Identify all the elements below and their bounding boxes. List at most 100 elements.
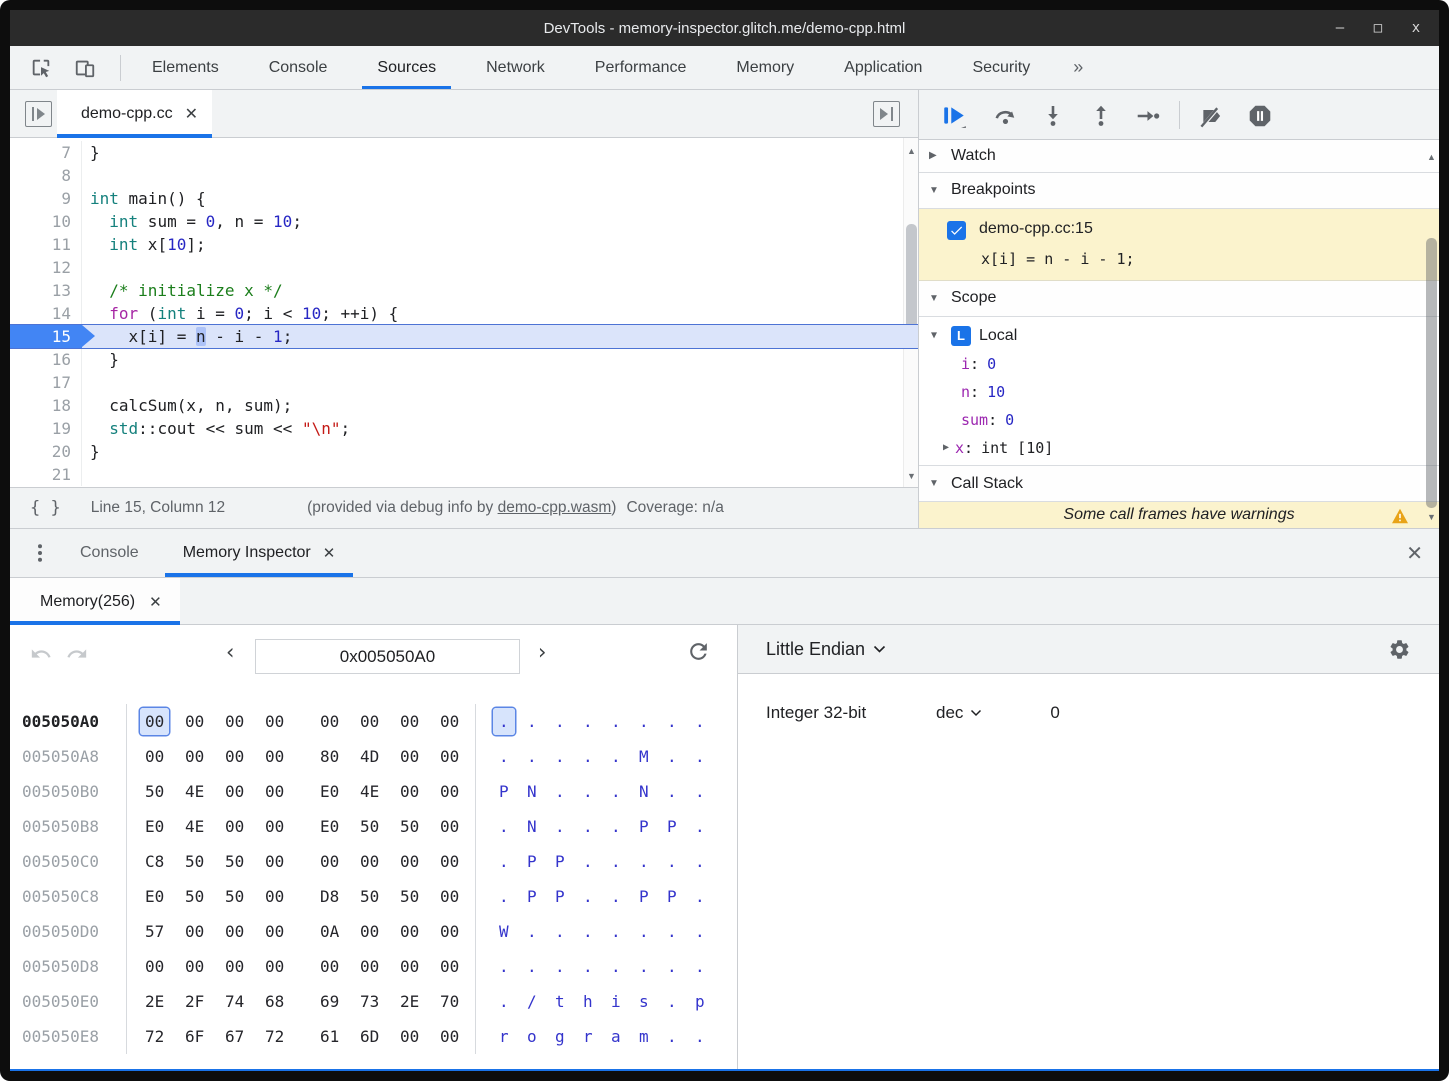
memory-byte[interactable]: 00	[220, 809, 260, 844]
memory-byte[interactable]: E0	[140, 879, 180, 914]
ascii-char[interactable]: .	[689, 949, 717, 984]
line-number-16[interactable]: 16	[10, 348, 82, 371]
memory-byte[interactable]: 00	[140, 704, 180, 739]
ascii-char[interactable]: .	[521, 739, 549, 774]
ascii-char[interactable]: .	[577, 774, 605, 809]
more-tabs-button[interactable]: »	[1055, 46, 1101, 89]
ascii-char[interactable]: .	[661, 774, 689, 809]
memory-byte[interactable]: 00	[355, 844, 395, 879]
tab-network[interactable]: Network	[461, 46, 570, 89]
previous-page-icon[interactable]: ‹	[226, 640, 234, 664]
memory-byte[interactable]: 00	[260, 739, 300, 774]
ascii-char[interactable]: P	[549, 844, 577, 879]
ascii-char[interactable]: s	[633, 984, 661, 1019]
breakpoints-collapse-icon[interactable]: ▼	[929, 185, 941, 196]
memory-byte[interactable]: 00	[260, 844, 300, 879]
ascii-char[interactable]: .	[493, 879, 521, 914]
file-tab-demo-cpp[interactable]: demo-cpp.cc ✕	[57, 90, 212, 138]
line-number-20[interactable]: 20	[10, 440, 82, 463]
ascii-char[interactable]: .	[605, 809, 633, 844]
memory-byte[interactable]: 0A	[315, 914, 355, 949]
watch-section-header[interactable]: ▶ Watch	[919, 140, 1439, 173]
ascii-char[interactable]: .	[521, 914, 549, 949]
scope-local-row[interactable]: ▼ L Local	[919, 322, 1439, 350]
tab-memory[interactable]: Memory	[711, 46, 819, 89]
call-stack-section-header[interactable]: ▼ Call Stack	[919, 466, 1439, 502]
scope-var-i[interactable]: i:0	[919, 350, 1439, 378]
refresh-icon[interactable]	[686, 639, 711, 664]
memory-byte[interactable]: 00	[260, 949, 300, 984]
memory-byte[interactable]: 50	[395, 809, 435, 844]
show-navigator-icon[interactable]	[25, 101, 52, 127]
memory-byte[interactable]: 00	[355, 949, 395, 984]
tab-elements[interactable]: Elements	[127, 46, 244, 89]
line-number-18[interactable]: 18	[10, 394, 82, 417]
memory-byte[interactable]: 00	[220, 704, 260, 739]
memory-byte[interactable]: 70	[435, 984, 475, 1019]
ascii-char[interactable]: .	[689, 774, 717, 809]
ascii-char[interactable]: P	[549, 879, 577, 914]
memory-byte[interactable]: 6D	[355, 1019, 395, 1054]
maximize-button[interactable]: □	[1369, 20, 1387, 36]
memory-byte[interactable]: 67	[220, 1019, 260, 1054]
value-settings-gear-icon[interactable]	[1388, 638, 1411, 661]
file-tab-close-icon[interactable]: ✕	[185, 104, 198, 124]
drawer-tab-memory-inspector[interactable]: Memory Inspector✕	[161, 529, 358, 577]
ascii-char[interactable]: .	[605, 704, 633, 739]
tab-console[interactable]: Console	[244, 46, 353, 89]
ascii-char[interactable]: .	[549, 809, 577, 844]
drawer-tab-console[interactable]: Console	[58, 529, 161, 577]
ascii-char[interactable]: .	[493, 809, 521, 844]
memory-byte[interactable]: 00	[435, 739, 475, 774]
memory-byte[interactable]: 50	[180, 844, 220, 879]
ascii-char[interactable]: .	[493, 984, 521, 1019]
memory-byte[interactable]: 00	[140, 949, 180, 984]
ascii-char[interactable]: .	[549, 949, 577, 984]
ascii-char[interactable]: /	[521, 984, 549, 1019]
breakpoint-checkbox[interactable]	[947, 221, 966, 240]
ascii-char[interactable]: .	[633, 914, 661, 949]
ascii-char[interactable]: .	[661, 739, 689, 774]
ascii-char[interactable]: .	[605, 914, 633, 949]
memory-byte[interactable]: 50	[395, 879, 435, 914]
memory-byte[interactable]: 00	[220, 949, 260, 984]
ascii-char[interactable]: P	[493, 774, 521, 809]
ascii-char[interactable]: a	[605, 1019, 633, 1054]
ascii-char[interactable]: .	[633, 704, 661, 739]
pause-on-exceptions-button[interactable]	[1247, 103, 1271, 127]
memory-buffer-tab[interactable]: Memory(256) ✕	[10, 578, 180, 625]
memory-byte[interactable]: 00	[395, 914, 435, 949]
memory-byte[interactable]: 68	[260, 984, 300, 1019]
drawer-tab-close-icon[interactable]: ✕	[323, 544, 336, 562]
scope-collapse-icon[interactable]: ▼	[929, 293, 941, 304]
expand-icon[interactable]: ▶	[943, 442, 955, 453]
ascii-char[interactable]: .	[633, 844, 661, 879]
call-stack-collapse-icon[interactable]: ▼	[929, 478, 941, 489]
ascii-char[interactable]: i	[605, 984, 633, 1019]
ascii-char[interactable]: g	[549, 1019, 577, 1054]
ascii-char[interactable]: .	[605, 949, 633, 984]
scope-var-sum[interactable]: sum:0	[919, 406, 1439, 434]
wasm-file-link[interactable]: demo-cpp.wasm	[498, 499, 612, 516]
memory-byte[interactable]: 00	[260, 879, 300, 914]
memory-byte[interactable]: 00	[435, 844, 475, 879]
memory-byte[interactable]: 50	[180, 879, 220, 914]
memory-byte[interactable]: 00	[395, 1019, 435, 1054]
memory-byte[interactable]: 00	[260, 774, 300, 809]
memory-byte[interactable]: 00	[435, 949, 475, 984]
line-number-14[interactable]: 14	[10, 302, 82, 325]
endianness-dropdown[interactable]: Little Endian	[766, 639, 886, 660]
memory-byte[interactable]: 00	[180, 739, 220, 774]
ascii-char[interactable]: .	[493, 739, 521, 774]
ascii-char[interactable]: P	[661, 809, 689, 844]
memory-byte[interactable]: 2E	[395, 984, 435, 1019]
scope-var-x[interactable]: ▶x:int [10]	[919, 434, 1439, 462]
memory-byte[interactable]: 00	[395, 774, 435, 809]
scope-section-header[interactable]: ▼ Scope	[919, 281, 1439, 317]
line-number-10[interactable]: 10	[10, 210, 82, 233]
memory-byte[interactable]: 00	[315, 844, 355, 879]
editor-scrollbar[interactable]: ▲ ▼	[903, 138, 918, 487]
next-page-icon[interactable]: ›	[538, 640, 546, 664]
memory-byte[interactable]: 73	[355, 984, 395, 1019]
scope-var-n[interactable]: n:10	[919, 378, 1439, 406]
